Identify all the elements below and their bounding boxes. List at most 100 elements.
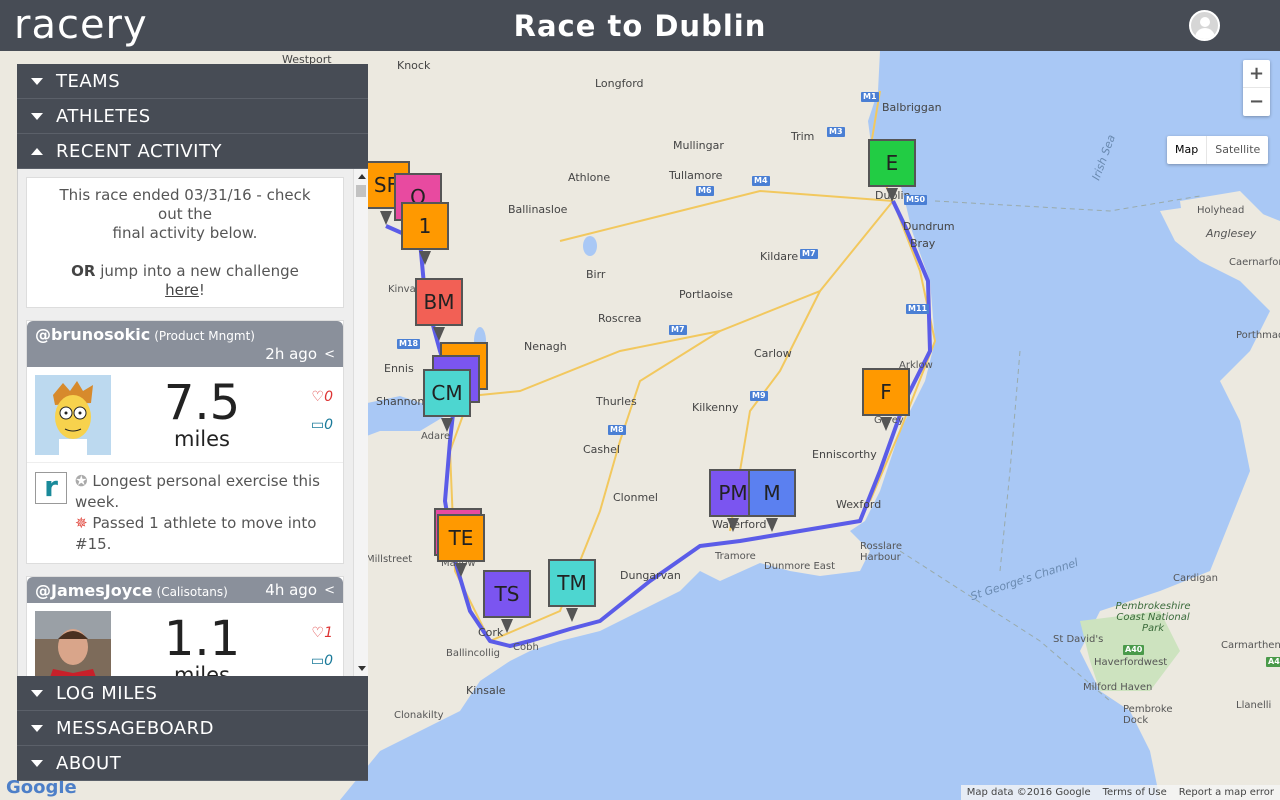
map-attribution: Map data ©2016 Google Terms of Use Repor… [960,785,1280,800]
caret-down-icon [31,112,43,120]
like-button[interactable]: ♡1 [312,625,333,641]
marker-pin [380,211,392,225]
town-label: Balbriggan [882,101,942,114]
town-label: Tullamore [669,169,723,182]
like-count: 1 [324,625,333,641]
racery-badge-icon: r [35,472,67,504]
athlete-marker[interactable]: 1 [401,202,449,250]
athletes-section-header[interactable]: ATHLETES [17,99,368,134]
athlete-marker[interactable]: TE [437,514,485,562]
town-label: Ennis [384,362,414,375]
town-label: Athlone [568,171,611,184]
zoom-in-button[interactable]: + [1243,60,1270,88]
activity-username[interactable]: @JamesJoyce [35,581,153,600]
athlete-marker[interactable]: F [862,368,910,416]
town-label: Clonmel [613,491,658,504]
activity-team: (Product Mngmt) [154,329,255,343]
marker-pin [566,608,578,622]
section-label: MESSAGEBOARD [56,717,214,739]
notice-text: final activity below. [112,224,258,242]
recent-activity-section-header[interactable]: RECENT ACTIVITY [17,134,368,169]
road-shield: M7 [669,325,687,335]
town-label: Trim [791,130,815,143]
road-shield: M18 [397,339,421,349]
road-shield: A40 [1123,645,1145,655]
notice-or: OR [71,262,96,280]
about-section-header[interactable]: ABOUT [17,746,368,781]
caret-down-icon [31,759,43,767]
teams-section-header[interactable]: TEAMS [17,64,368,99]
road-shield: M6 [696,186,714,196]
section-label: ATHLETES [56,105,151,127]
caret-down-icon [31,689,43,697]
activity-card: @JamesJoyce (Calisotans) 4h ago < 1.1 mi… [26,576,344,676]
zoom-out-button[interactable]: − [1243,88,1270,116]
scroll-down-arrow-icon[interactable] [358,666,366,671]
comment-button[interactable]: ▭0 [311,653,333,669]
activity-card: @brunosokic (Product Mngmt) 2h ago < 7.5… [26,320,344,564]
town-label: Dunmore East [764,561,836,572]
activity-username[interactable]: @brunosokic [35,325,150,344]
athlete-marker[interactable]: E [868,139,916,187]
town-label: Cork [478,626,504,639]
notice-text: jump into a new challenge [95,262,299,280]
marker-pin [880,417,892,431]
share-icon[interactable]: < [324,347,335,362]
town-label: Clonakilty [394,710,444,721]
athlete-marker[interactable]: M [748,469,796,517]
achievement-text: Passed 1 athlete to move into #15. [75,514,317,553]
avatar[interactable] [35,375,111,455]
scroll-up-arrow-icon[interactable] [358,174,366,179]
recent-activity-panel[interactable]: This race ended 03/31/16 - check out the… [17,169,368,676]
town-label: Cashel [583,443,620,456]
like-count: 0 [324,389,333,405]
road-shield: M1 [861,92,879,102]
heart-icon: ♡ [311,625,325,641]
town-label: Cobh [513,642,539,653]
user-account-icon[interactable] [1189,10,1220,41]
section-label: ABOUT [56,752,122,774]
report-map-error-link[interactable]: Report a map error [1179,785,1274,800]
comment-button[interactable]: ▭0 [311,417,333,433]
athlete-marker[interactable]: BM [415,278,463,326]
notice-text: ! [198,281,205,299]
marker-pin [455,563,467,577]
top-bar: racery Race to Dublin [0,0,1280,51]
runners-icon: ✵ [75,514,88,532]
avatar[interactable] [35,611,111,676]
log-miles-section-header[interactable]: LOG MILES [17,676,368,711]
map-type-satellite-button[interactable]: Satellite [1207,136,1268,164]
town-label: Milford Haven [1083,682,1153,693]
share-icon[interactable]: < [324,583,335,598]
park-label: Pembrokeshire Coast National Park [1115,601,1191,634]
like-button[interactable]: ♡0 [312,389,333,405]
town-label: Roscrea [598,312,642,325]
town-label: Longford [595,77,644,90]
town-label: Ballincollig [446,648,500,659]
messageboard-section-header[interactable]: MESSAGEBOARD [17,711,368,746]
sidebar: TEAMS ATHLETES RECENT ACTIVITY This race… [17,64,368,787]
terms-of-use-link[interactable]: Terms of Use [1103,785,1167,800]
scroll-thumb[interactable] [356,185,366,197]
activity-miles-unit: miles [174,663,230,676]
town-label: Pembroke Dock [1123,704,1173,726]
comment-icon: ▭ [310,653,325,669]
map-type-map-button[interactable]: Map [1167,136,1208,164]
town-label: Holyhead [1197,205,1245,216]
race-ended-notice: This race ended 03/31/16 - check out the… [26,177,344,308]
town-label: Rosslare Harbour [860,541,902,563]
marker-pin [433,327,445,341]
new-challenge-link[interactable]: here [165,281,199,299]
town-label: Bray [910,237,936,250]
town-label: Tramore [715,551,756,562]
activity-card-header: @JamesJoyce (Calisotans) 4h ago < [27,577,343,603]
road-shield: M11 [906,304,930,314]
town-label: Porthmadog [1236,330,1280,341]
activity-miles-value: 7.5 [163,375,241,431]
marker-pin [766,518,778,532]
athlete-marker[interactable]: TS [483,570,531,618]
town-label: Portlaoise [679,288,733,301]
athlete-marker[interactable]: TM [548,559,596,607]
panel-scrollbar[interactable] [353,169,368,676]
athlete-marker[interactable]: CM [423,369,471,417]
